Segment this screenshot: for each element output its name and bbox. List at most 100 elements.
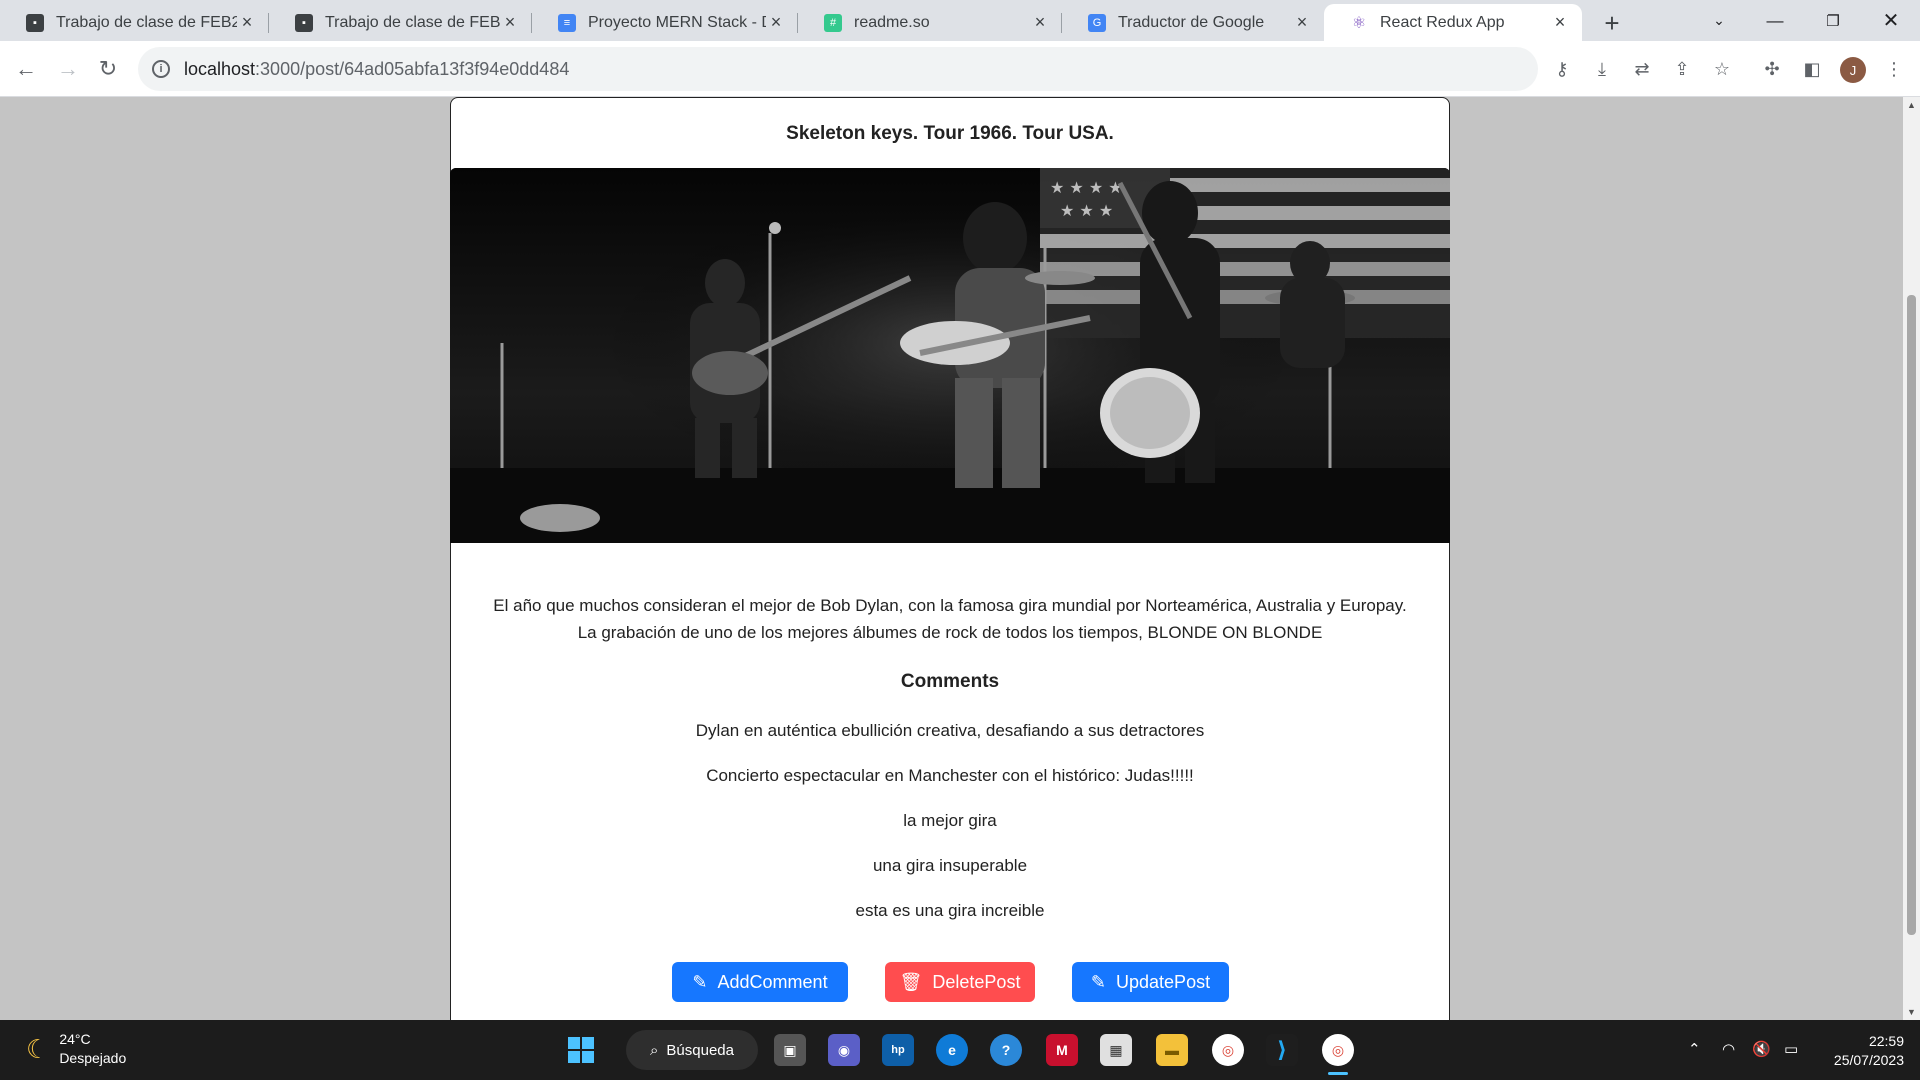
edit-icon: ✎ [1090, 971, 1107, 992]
weather-widget[interactable]: ☾ 24°C Despejado [26, 1030, 126, 1068]
comment-item: Dylan en auténtica ebullición creativa, … [695, 721, 1205, 740]
moon-icon: ☾ [26, 1033, 50, 1064]
key-icon[interactable]: ⚷ [1550, 57, 1574, 81]
tab-classroom-1[interactable]: ▪ Trabajo de clase de FEB23 B × [0, 4, 269, 41]
scrollbar-thumb[interactable] [1907, 295, 1916, 935]
avatar[interactable]: J [1840, 57, 1866, 83]
close-tab-icon[interactable]: × [500, 12, 520, 33]
vscode-icon[interactable]: ⟩ [1266, 1034, 1298, 1066]
post-card: Skeleton keys. Tour 1966. Tour USA. ★ ★ … [450, 97, 1450, 1020]
comment-item: la mejor gira [903, 811, 997, 830]
post-body-line: La grabación de uno de los mejores álbum… [577, 623, 1323, 642]
task-view-icon[interactable]: ▣ [774, 1034, 806, 1066]
search-label: Búsqueda [666, 1041, 734, 1059]
update-post-button[interactable]: ✎ UpdatePost [1072, 962, 1229, 1002]
restore-icon[interactable]: ❐ [1804, 0, 1862, 41]
windows-taskbar: ☾ 24°C Despejado ⌕ Búsqueda ▣ ◉ hp e ? M… [0, 1020, 1920, 1080]
post-body-line: El año que muchos consideran el mejor de… [493, 596, 1407, 615]
myhp-icon[interactable]: hp [882, 1034, 914, 1066]
teams-chat-icon[interactable]: ◉ [828, 1034, 860, 1066]
classroom-icon: ▪ [295, 13, 313, 32]
comment-item: una gira insuperable [872, 856, 1028, 875]
menu-icon[interactable]: ⋮ [1882, 57, 1906, 81]
battery-icon[interactable]: ▭ [1784, 1040, 1798, 1058]
comments-heading: Comments [900, 671, 1000, 692]
tab-react-redux-app[interactable]: ⚛ React Redux App × [1324, 4, 1582, 41]
site-info-icon[interactable]: i [152, 60, 170, 78]
weather-condition: Despejado [59, 1050, 127, 1066]
store-icon[interactable]: ▦ [1100, 1034, 1132, 1066]
google-translate-icon: G [1088, 13, 1106, 32]
delete-post-button[interactable]: 🗑 DeletePost [885, 962, 1035, 1002]
scroll-up-icon[interactable]: ▲ [1903, 97, 1920, 113]
close-window-icon[interactable]: ✕ [1862, 0, 1920, 41]
url-path: :3000/post/64ad05abfa13f3f94e0dd484 [255, 58, 570, 79]
classroom-icon: ▪ [26, 13, 44, 32]
tab-title: Proyecto MERN Stack - Doc [588, 13, 766, 31]
volume-muted-icon[interactable]: 🔇 [1752, 1040, 1771, 1058]
tab-strip: ▪ Trabajo de clase de FEB23 B × ▪ Trabaj… [0, 0, 1920, 41]
tab-google-translate[interactable]: G Traductor de Google × [1062, 4, 1324, 41]
minimize-icon[interactable]: — [1746, 0, 1804, 41]
translate-icon[interactable]: ⇄ [1630, 57, 1654, 81]
temperature: 24°C [59, 1031, 91, 1047]
url-text[interactable]: localhost:3000/post/64ad05abfa13f3f94e0d… [184, 59, 569, 80]
mcafee-icon[interactable]: M [1046, 1034, 1078, 1066]
file-explorer-icon[interactable]: ▬ [1156, 1034, 1188, 1066]
clock-date: 25/07/2023 [1833, 1052, 1904, 1068]
url-host: localhost [184, 58, 256, 79]
reload-icon[interactable]: ↻ [92, 53, 124, 85]
chrome-profile-icon[interactable]: ◎ [1322, 1034, 1354, 1066]
google-docs-icon: ≡ [558, 13, 576, 32]
forward-icon[interactable]: → [52, 53, 84, 85]
edit-icon: ✎ [692, 971, 708, 992]
tab-google-docs[interactable]: ≡ Proyecto MERN Stack - Doc × [532, 4, 798, 41]
extensions-icon[interactable]: ✣ [1760, 57, 1784, 81]
readme-icon: # [824, 13, 842, 32]
post-body: El año que muchos consideran el mejor de… [451, 592, 1449, 646]
edge-icon[interactable]: e [936, 1034, 968, 1066]
close-tab-icon[interactable]: × [237, 12, 257, 33]
update-post-label: UpdatePost [1116, 971, 1211, 992]
tab-title: Trabajo de clase de FEB23 B [325, 13, 500, 31]
bookmark-star-icon[interactable]: ☆ [1710, 57, 1734, 81]
clock-time: 22:59 [1868, 1033, 1904, 1049]
page-scrollbar[interactable]: ▲ ▼ [1903, 97, 1920, 1020]
post-image: ★ ★ ★ ★ ★ ★ ★ [450, 168, 1450, 543]
install-icon[interactable]: ⤓ [1590, 57, 1614, 81]
comment-item: Concierto espectacular en Manchester con… [706, 766, 1194, 785]
side-panel-icon[interactable]: ◧ [1800, 57, 1824, 81]
address-bar[interactable]: i localhost:3000/post/64ad05abfa13f3f94e… [138, 47, 1538, 91]
close-tab-icon[interactable]: × [766, 12, 786, 33]
wifi-icon[interactable]: ◠ [1722, 1040, 1735, 1058]
add-comment-button[interactable]: ✎ AddComment [672, 962, 848, 1002]
close-tab-icon[interactable]: × [1292, 12, 1312, 33]
tab-classroom-2[interactable]: ▪ Trabajo de clase de FEB23 B × [269, 4, 532, 41]
tab-search-icon[interactable]: ⌄ [1690, 0, 1748, 41]
concert-photo: ★ ★ ★ ★ ★ ★ ★ [450, 168, 1450, 543]
svg-text:★ ★ ★: ★ ★ ★ [1060, 201, 1113, 220]
redux-icon: ⚛ [1350, 13, 1368, 32]
tab-title: Trabajo de clase de FEB23 B [56, 13, 237, 31]
delete-post-label: DeletePost [932, 971, 1021, 992]
new-tab-button[interactable]: + [1598, 8, 1626, 38]
chevron-up-icon[interactable]: ⌃ [1688, 1040, 1701, 1058]
active-app-indicator [1328, 1072, 1348, 1075]
scroll-down-icon[interactable]: ▼ [1903, 1004, 1920, 1020]
tab-readme[interactable]: # readme.so × [798, 4, 1062, 41]
help-icon[interactable]: ? [990, 1034, 1022, 1066]
trash-icon: 🗑 [899, 971, 923, 992]
page-viewport: Skeleton keys. Tour 1966. Tour USA. ★ ★ … [0, 97, 1903, 1020]
chrome-icon[interactable]: ◎ [1212, 1034, 1244, 1066]
svg-text:★ ★ ★ ★: ★ ★ ★ ★ [1050, 178, 1123, 197]
close-tab-icon[interactable]: × [1030, 12, 1050, 33]
back-icon[interactable]: ← [10, 53, 42, 85]
close-tab-icon[interactable]: × [1550, 12, 1570, 33]
share-icon[interactable]: ⇪ [1670, 57, 1694, 81]
search-icon: ⌕ [650, 1041, 659, 1059]
comment-list: Dylan en auténtica ebullición creativa, … [451, 721, 1449, 946]
taskbar-clock[interactable]: 22:59 25/07/2023 [1820, 1032, 1904, 1070]
windows-start-icon[interactable] [565, 1034, 597, 1066]
taskbar-search[interactable]: ⌕ Búsqueda [626, 1030, 758, 1070]
tab-title: React Redux App [1380, 13, 1505, 31]
